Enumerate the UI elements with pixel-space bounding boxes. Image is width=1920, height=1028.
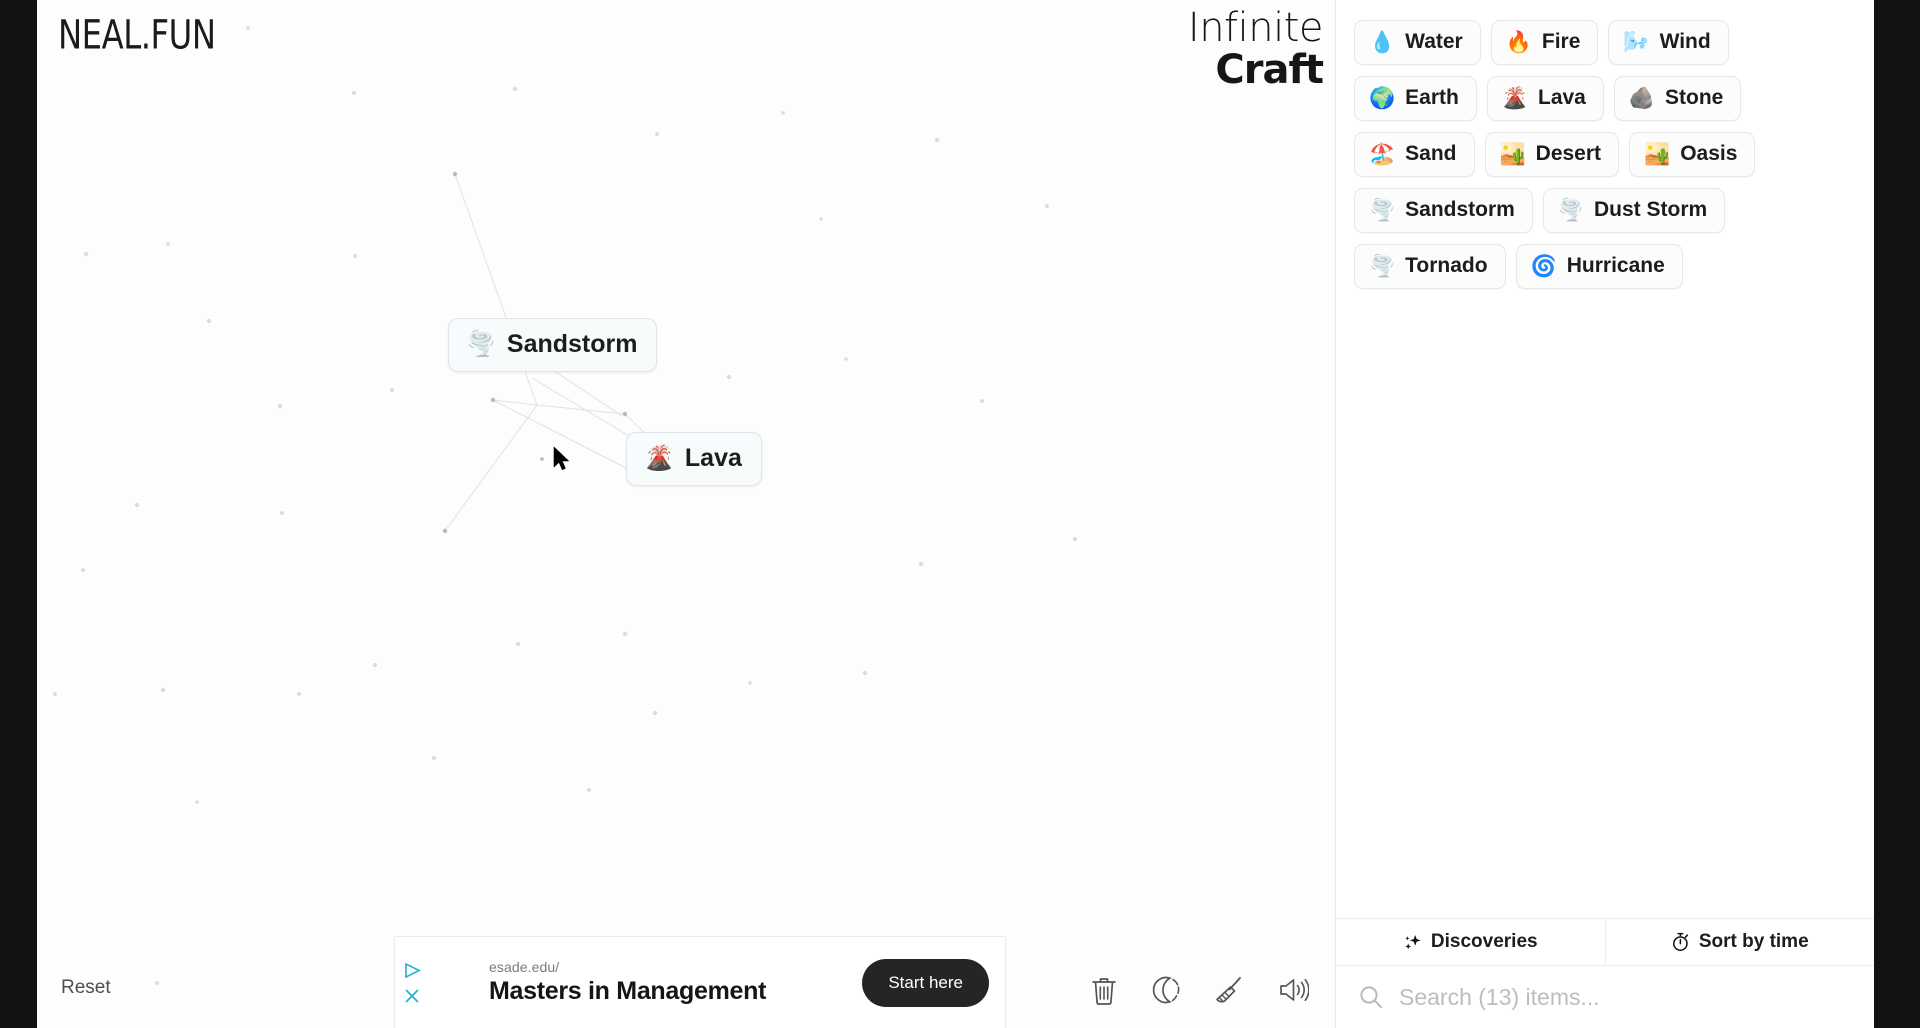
constellation-background (53, 26, 1078, 985)
element-chip-water[interactable]: 💧 Water (1354, 20, 1481, 65)
element-chip-sandstorm[interactable]: 🌪️ Sandstorm (1354, 188, 1533, 233)
globe-emoji: 🌍 (1369, 86, 1396, 110)
element-chip-label: Dust Storm (1594, 198, 1708, 221)
element-chip-label: Water (1405, 30, 1463, 53)
tornado-emoji: 🌪️ (466, 330, 496, 358)
crafting-canvas[interactable]: NEAL.FUN Infinite Craft 🌪️ Sandstorm 🌋 L… (37, 0, 1335, 1028)
element-chip-label: Sand (1405, 142, 1457, 165)
element-chip-tornado[interactable]: 🌪️ Tornado (1354, 244, 1506, 289)
element-chip-label: Hurricane (1566, 254, 1665, 277)
element-chip-label: Lava (1538, 86, 1586, 109)
element-chip-wind[interactable]: 🌬️ Wind (1608, 20, 1729, 65)
close-icon[interactable] (404, 988, 420, 1004)
element-chip-fire[interactable]: 🔥 Fire (1490, 20, 1599, 65)
letterbox-left (0, 0, 37, 1028)
trash-icon[interactable] (1089, 974, 1119, 1006)
tab-label: Discoveries (1430, 931, 1538, 952)
volcano-emoji: 🌋 (644, 444, 674, 472)
stopwatch-icon (1672, 932, 1688, 951)
speaker-icon[interactable] (1277, 974, 1310, 1006)
elements-sidebar: 💧 Water 🔥 Fire 🌬️ Wind 🌍 Earth 🌋 Lava 🪨 … (1335, 0, 1874, 1028)
volcano-emoji: 🌋 (1501, 86, 1528, 110)
ad-body[interactable]: esade.edu/ Masters in Management Start h… (429, 958, 1005, 1007)
neal-fun-logo[interactable]: NEAL.FUN (58, 12, 216, 59)
tab-label: Sort by time (1698, 931, 1809, 952)
screen: NEAL.FUN Infinite Craft 🌪️ Sandstorm 🌋 L… (0, 0, 1920, 1028)
search-bar[interactable] (1336, 966, 1874, 1028)
ad-cta-button[interactable]: Start here (862, 958, 989, 1007)
element-chip-label: Earth (1405, 86, 1459, 109)
letterbox-right (1874, 0, 1920, 1028)
desert-emoji: 🏜️ (1499, 142, 1526, 166)
tab-discoveries[interactable]: Discoveries (1336, 919, 1605, 965)
adchoices-icon[interactable] (404, 962, 421, 979)
element-chip-label: Stone (1665, 86, 1724, 109)
moon-icon[interactable] (1151, 974, 1181, 1006)
tornado-emoji: 🌪️ (1369, 198, 1396, 222)
element-chip-label: Wind (1659, 30, 1711, 53)
ad-headline: Masters in Management (489, 977, 767, 1005)
element-chip-dust-storm[interactable]: 🌪️ Dust Storm (1542, 188, 1726, 233)
search-input[interactable] (1399, 983, 1852, 1011)
canvas-node-label: Lava (684, 444, 742, 472)
cyclone-emoji: 🌀 (1530, 254, 1557, 278)
infinite-craft-app: NEAL.FUN Infinite Craft 🌪️ Sandstorm 🌋 L… (37, 0, 1874, 1028)
canvas-node-sandstorm[interactable]: 🌪️ Sandstorm (448, 318, 658, 372)
element-chip-label: Sandstorm (1405, 198, 1515, 221)
element-list: 💧 Water 🔥 Fire 🌬️ Wind 🌍 Earth 🌋 Lava 🪨 … (1336, 0, 1874, 918)
game-title-line1: Infinite (1187, 5, 1324, 51)
canvas-toolbar (1089, 974, 1310, 1006)
tornado-emoji: 🌪️ (1369, 254, 1396, 278)
sparkles-icon (1405, 934, 1421, 949)
fire-emoji: 🔥 (1505, 30, 1532, 54)
element-chip-earth[interactable]: 🌍 Earth (1354, 76, 1477, 121)
tab-sort-by-time[interactable]: Sort by time (1604, 919, 1875, 965)
broom-icon[interactable] (1213, 974, 1245, 1006)
sidebar-tabs: Discoveries Sort by time (1336, 918, 1874, 966)
element-chip-oasis[interactable]: 🏜️ Oasis (1629, 132, 1756, 177)
element-chip-desert[interactable]: 🏜️ Desert (1484, 132, 1620, 177)
ad-text: esade.edu/ Masters in Management (489, 959, 862, 1006)
tornado-emoji: 🌪️ (1557, 198, 1584, 222)
rock-emoji: 🪨 (1628, 86, 1656, 110)
game-title-line2: Craft (1215, 47, 1324, 93)
desert-emoji: 🏜️ (1644, 142, 1671, 166)
wind-face-emoji: 🌬️ (1623, 30, 1650, 54)
ad-url: esade.edu/ (489, 959, 560, 975)
element-chip-hurricane[interactable]: 🌀 Hurricane (1515, 244, 1683, 289)
canvas-node-label: Sandstorm (506, 330, 638, 358)
droplet-emoji: 💧 (1369, 30, 1396, 54)
ad-controls[interactable] (395, 937, 429, 1028)
element-chip-label: Oasis (1680, 142, 1738, 165)
canvas-node-lava[interactable]: 🌋 Lava (626, 432, 762, 486)
element-chip-label: Desert (1535, 142, 1602, 165)
advertisement-banner[interactable]: esade.edu/ Masters in Management Start h… (394, 936, 1006, 1028)
beach-emoji: 🏖️ (1369, 142, 1396, 166)
game-title: Infinite Craft (1187, 5, 1324, 93)
element-chip-lava[interactable]: 🌋 Lava (1486, 76, 1604, 121)
element-chip-label: Fire (1541, 30, 1581, 53)
reset-button[interactable]: Reset (61, 977, 111, 999)
search-icon (1360, 986, 1382, 1008)
element-chip-label: Tornado (1405, 254, 1488, 277)
element-chip-stone[interactable]: 🪨 Stone (1613, 76, 1742, 121)
element-chip-sand[interactable]: 🏖️ Sand (1354, 132, 1475, 177)
